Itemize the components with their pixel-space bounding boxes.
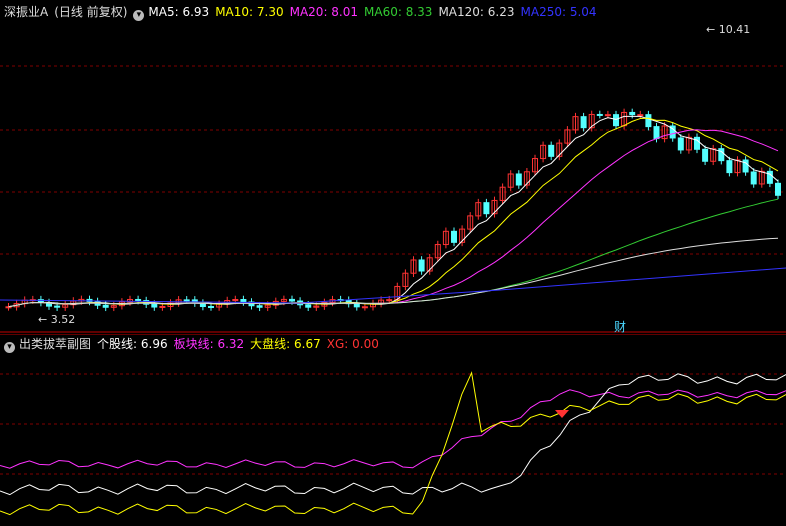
stock-name: 深振业A (4, 5, 49, 19)
candle-body (726, 160, 733, 174)
candle-body (289, 298, 295, 302)
candle-body (613, 114, 619, 127)
candle-body (483, 202, 490, 215)
sector-line (0, 389, 786, 469)
ma-legend-5: MA250: 5.04 (520, 5, 597, 19)
candle-body (151, 303, 158, 308)
high-price-label: ← 10.41 (706, 23, 750, 36)
candle-body (637, 114, 644, 117)
candle-body (645, 114, 652, 128)
settings-icon[interactable]: ▾ (4, 342, 15, 353)
candle-body (418, 259, 425, 272)
candle-body (653, 126, 660, 140)
ma-legend-1: MA10: 7.30 (215, 5, 284, 19)
indicator-chart[interactable] (0, 334, 786, 526)
sub-legend-3: XG: 0.00 (326, 337, 379, 351)
stock-line (0, 373, 786, 496)
candle-body (548, 144, 555, 157)
sub-legend-2: 大盘线: 6.67 (250, 337, 321, 351)
candlestick-chart[interactable]: ← 10.41 ← 3.52 (0, 0, 786, 333)
candle-body (135, 298, 142, 302)
finance-marker[interactable]: 财 (614, 318, 626, 335)
candle-body (208, 306, 214, 309)
main-chart-panel[interactable]: ← 10.41 ← 3.52 深振业A (日线 前复权) ▾ MA5: 6.93 MA10… (0, 0, 786, 335)
candle-body (240, 298, 247, 303)
candle-body (604, 114, 611, 117)
candle-body (305, 304, 312, 308)
main-legend: 深振业A (日线 前复权) ▾ MA5: 6.93 MA10: 7.30 MA20: 8.… (4, 4, 609, 21)
settings-icon[interactable]: ▾ (133, 10, 145, 21)
ma5-line (8, 115, 779, 308)
candle-body (353, 303, 360, 308)
ma60-line (8, 198, 779, 308)
candle-body (580, 116, 587, 129)
candle-body (361, 306, 368, 309)
candle-body (54, 305, 61, 308)
candle-body (750, 171, 757, 185)
candle-body (677, 137, 684, 151)
ma-legend-4: MA120: 6.23 (438, 5, 515, 19)
ma250-line (0, 267, 786, 304)
ma-legend-0: MA5: 6.93 (148, 5, 210, 19)
ma20-line (8, 129, 779, 308)
low-price-label: ← 3.52 (38, 313, 75, 326)
sub-legend-1: 板块线: 6.32 (173, 337, 245, 351)
ma-legend-3: MA60: 8.33 (364, 5, 433, 19)
candle-body (515, 173, 522, 186)
indicator-name: 出类拔萃副图 (19, 337, 92, 351)
sub-legend: ▾ 出类拔萃副图 个股线: 6.96 板块线: 6.32 大盘线: 6.67 XG: 0.… (4, 336, 391, 353)
sub-legend-0: 个股线: 6.96 (97, 337, 168, 351)
candle-body (775, 182, 781, 196)
sub-chart-panel[interactable]: ▾ 出类拔萃副图 个股线: 6.96 板块线: 6.32 大盘线: 6.67 XG: 0.… (0, 334, 786, 526)
candle-body (596, 113, 603, 116)
ma-legend-2: MA20: 8.01 (289, 5, 359, 19)
candle-body (159, 305, 166, 308)
candle-body (451, 230, 457, 243)
candle-body (102, 304, 109, 308)
candle-body (629, 111, 636, 116)
candle-body (386, 299, 393, 302)
candle-body (256, 305, 263, 308)
period-label: (日线 前复权) (54, 5, 128, 19)
candle-body (183, 299, 190, 302)
candle-body (702, 148, 709, 162)
ma10-line (8, 117, 779, 308)
